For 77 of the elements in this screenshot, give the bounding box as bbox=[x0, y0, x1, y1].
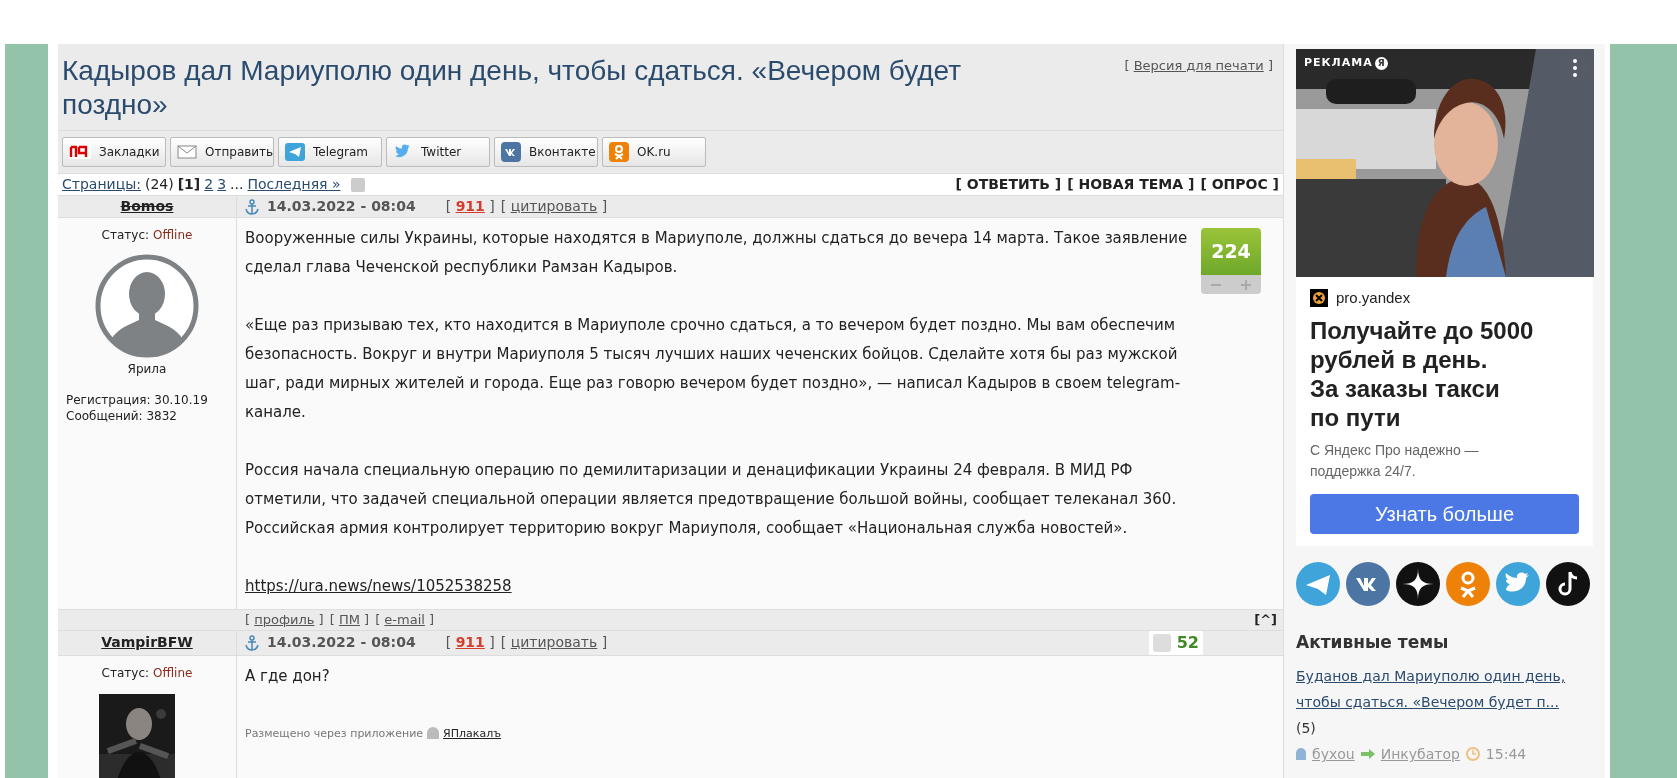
ad-headline[interactable]: Получайте до 5000 bbox=[1310, 315, 1579, 345]
envelope-icon bbox=[177, 145, 197, 159]
minus-icon[interactable] bbox=[1211, 283, 1221, 286]
ad-label: РЕКЛАМА bbox=[1304, 55, 1373, 71]
share-button[interactable]: Отправить bbox=[170, 137, 274, 167]
note-icon[interactable] bbox=[1546, 561, 1590, 606]
topic-title: Кадыров дал Мариуполю один день, чтобы сдаться. «Вечером будет поздно» bbox=[62, 54, 963, 122]
share-button[interactable]: Telegram bbox=[278, 137, 382, 167]
logo-icon bbox=[69, 145, 91, 159]
rating-count: 52 bbox=[1176, 631, 1199, 654]
pages-link[interactable]: Страницы: bbox=[62, 174, 141, 195]
share-button[interactable]: Закладки bbox=[62, 137, 166, 167]
via-text: Размещено через приложение bbox=[245, 725, 424, 742]
action-link[interactable]: [ ОТВЕТИТЬ ] bbox=[955, 174, 1062, 195]
status-label: Статус: bbox=[101, 664, 150, 682]
post-number-link[interactable]: [ 911 ] bbox=[445, 196, 495, 217]
topic-link[interactable]: Буданов дал Мариуполю один день, чтобы сдаться. «Вечером будет п... bbox=[1296, 663, 1593, 715]
post-paragraph: Россия начала специальную операцию по демилитаризации и денацификации Украины 24 февраля. В МИД РФ отметили, что задачей специальной операции является предотвращение большой войны, сообщает телеканал 360. Российская армия контролирует территорию вокруг Мариуполя, сообщает «Национальная служба новостей». bbox=[245, 460, 1178, 539]
share-button[interactable]: OK.ru bbox=[602, 137, 706, 167]
ad-headline[interactable]: За заказы такси bbox=[1310, 373, 1579, 403]
reply-count: (5) bbox=[1296, 719, 1316, 738]
quote-link[interactable]: [ цитировать ] bbox=[500, 196, 608, 217]
last-page-link[interactable]: Последняя » bbox=[247, 174, 341, 195]
post-date: 14.03.2022 - 08:04 bbox=[267, 197, 416, 216]
section-heading: Активные темы bbox=[1296, 630, 1450, 654]
vk-logo-icon bbox=[501, 142, 521, 162]
time-text: 15:44 bbox=[1485, 745, 1527, 764]
footer-link[interactable]: [ ПМ ] bbox=[329, 610, 370, 630]
top-link[interactable]: [^] bbox=[1254, 610, 1277, 630]
quote-link[interactable]: [ цитировать ] bbox=[500, 632, 608, 653]
app-link[interactable]: ЯПлакалъ bbox=[443, 718, 501, 748]
post-date: 14.03.2022 - 08:04 bbox=[267, 633, 416, 652]
avatar-icon bbox=[95, 254, 199, 358]
ad-subtitle: С Яндекс Про надежно — поддержка 24/7. bbox=[1310, 440, 1480, 481]
status-text: Offline bbox=[153, 664, 193, 682]
paper-plane-icon bbox=[285, 143, 305, 161]
registration-text: Регистрация: 30.10.19 bbox=[66, 392, 208, 408]
post-number-link[interactable]: [ 911 ] bbox=[445, 632, 495, 653]
logo-icon bbox=[1310, 289, 1328, 308]
anchor-icon[interactable] bbox=[245, 634, 259, 651]
print-link[interactable]: [ Версия для печати ] bbox=[1124, 58, 1273, 73]
action-link[interactable]: [ ОПРОС ] bbox=[1200, 174, 1279, 195]
action-link[interactable]: [ НОВАЯ ТЕМА ] bbox=[1067, 174, 1195, 195]
post-paragraph: А где дон? bbox=[245, 665, 330, 687]
paper-plane-icon[interactable] bbox=[1296, 561, 1340, 606]
author-link[interactable]: VampirBFW bbox=[101, 632, 193, 653]
ok-logo-icon[interactable] bbox=[1446, 561, 1490, 606]
post-paragraph: Вооруженные силы Украины, которые находятся в Мариуполе, должны сдаться до вечера 14 марта. Такое заявление сделал глава Чеченской республики Рамзан Кадыров. bbox=[245, 228, 1189, 278]
post-paragraph: «Еще раз призываю тех, кто находится в Мариуполе срочно сдаться, а то вечером будет поздно. Мы вам обеспечим безопасность. Вокруг и внутри Мариуполя 5 тысяч лучших наших чеченских бойцов. Сделайте хотя бы раз мужской шаг, ради мирных жителей и города. Еще раз говорю вечером будет поздно», — написал Кадыров в своем telegram-канале. bbox=[245, 315, 1182, 423]
arrow-icon bbox=[1360, 749, 1375, 759]
bird-icon[interactable] bbox=[1496, 561, 1540, 606]
page-link[interactable]: [1] bbox=[177, 174, 201, 195]
status-text: Offline bbox=[153, 227, 193, 244]
plus-icon[interactable] bbox=[1241, 279, 1251, 290]
footer-link[interactable]: [ профиль ] bbox=[245, 610, 324, 630]
rank-text: Ярила bbox=[127, 361, 167, 378]
source-link[interactable]: https://ura.news/news/1052538258 bbox=[245, 572, 512, 601]
page-link[interactable]: 2 bbox=[204, 174, 214, 195]
ad-headline[interactable]: рублей в день. bbox=[1310, 344, 1579, 374]
ad-domain[interactable]: pro.yandex bbox=[1336, 287, 1411, 310]
learn-more-button[interactable]: Узнать больше bbox=[1310, 493, 1579, 534]
ad-headline[interactable]: по пути bbox=[1310, 402, 1579, 432]
ellipsis-text: ... bbox=[230, 175, 244, 194]
vk-logo-icon[interactable] bbox=[1346, 561, 1390, 606]
anchor-icon[interactable] bbox=[245, 198, 259, 215]
page-count: (24) bbox=[144, 175, 174, 194]
status-label: Статус: bbox=[101, 227, 150, 244]
share-button[interactable]: Twitter bbox=[386, 137, 490, 167]
clock-icon bbox=[1465, 747, 1480, 761]
author-link[interactable]: Bomos bbox=[120, 196, 174, 217]
ok-logo-icon bbox=[609, 142, 629, 162]
messages-count: Сообщений: 3832 bbox=[66, 408, 178, 424]
rating-count: 224 bbox=[1201, 228, 1261, 275]
share-button[interactable]: Вконтакте bbox=[494, 137, 598, 167]
footer-link[interactable]: [ e-mail ] bbox=[375, 610, 435, 630]
page-link[interactable]: 3 bbox=[217, 174, 227, 195]
user-icon bbox=[1296, 748, 1306, 760]
